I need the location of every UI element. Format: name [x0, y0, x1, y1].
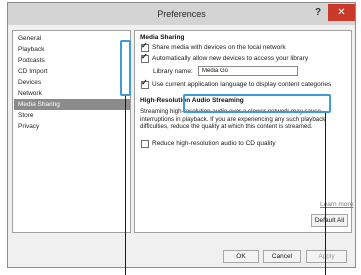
reduce-quality-label[interactable]: Reduce high-resolution audio to CD quali…: [152, 140, 276, 147]
category-list: General Playback Podcasts CD Import Devi…: [12, 30, 131, 233]
auto-allow-label[interactable]: Automatically allow new devices to acces…: [152, 55, 308, 62]
title-bar[interactable]: Preferences ? ✕: [8, 3, 355, 25]
sidebar-item-media-sharing[interactable]: Media Sharing: [14, 99, 130, 110]
sidebar-item-cd-import[interactable]: CD Import: [14, 66, 130, 77]
help-icon[interactable]: ?: [313, 6, 323, 20]
use-language-label[interactable]: Use current application language to disp…: [152, 81, 331, 88]
sidebar-item-store[interactable]: Store: [14, 110, 130, 121]
library-name-input[interactable]: [198, 66, 298, 76]
hires-heading: High-Resolution Audio Streaming: [140, 97, 244, 104]
media-sharing-heading: Media Sharing: [140, 34, 185, 41]
reduce-quality-checkbox[interactable]: [141, 140, 149, 148]
sidebar-item-playback[interactable]: Playback: [14, 44, 130, 55]
dialog-body: General Playback Podcasts CD Import Devi…: [8, 25, 355, 267]
sidebar-item-podcasts[interactable]: Podcasts: [14, 55, 130, 66]
checkmark-icon: ✓: [141, 52, 148, 61]
sidebar-item-network[interactable]: Network: [14, 88, 130, 99]
library-name-label: Library name:: [153, 68, 193, 75]
preferences-window: Preferences ? ✕ General Playback Podcast…: [7, 2, 356, 268]
ok-button[interactable]: OK: [223, 250, 259, 263]
auto-allow-checkbox[interactable]: ✓: [141, 52, 149, 63]
sidebar-item-general[interactable]: General: [14, 33, 130, 44]
hires-description: Streaming high-resolution audio over a s…: [140, 108, 326, 131]
checkmark-icon: ✓: [141, 41, 148, 50]
use-language-checkbox[interactable]: ✓: [141, 78, 149, 89]
default-all-button[interactable]: Default All: [311, 214, 348, 227]
sidebar-item-privacy[interactable]: Privacy: [14, 121, 130, 132]
learn-more-link[interactable]: Learn more: [320, 201, 353, 208]
checkmark-icon: ✓: [141, 78, 148, 87]
window-title: Preferences: [157, 9, 206, 19]
share-media-checkbox[interactable]: ✓: [141, 41, 149, 52]
cancel-button[interactable]: Cancel: [263, 250, 301, 263]
apply-button[interactable]: Apply: [306, 250, 347, 263]
sidebar-item-devices[interactable]: Devices: [14, 77, 130, 88]
media-sharing-panel: Media Sharing ✓ Share media with devices…: [134, 30, 353, 233]
share-media-label[interactable]: Share media with devices on the local ne…: [152, 44, 286, 51]
close-icon: ✕: [337, 7, 346, 18]
close-button[interactable]: ✕: [328, 4, 355, 21]
